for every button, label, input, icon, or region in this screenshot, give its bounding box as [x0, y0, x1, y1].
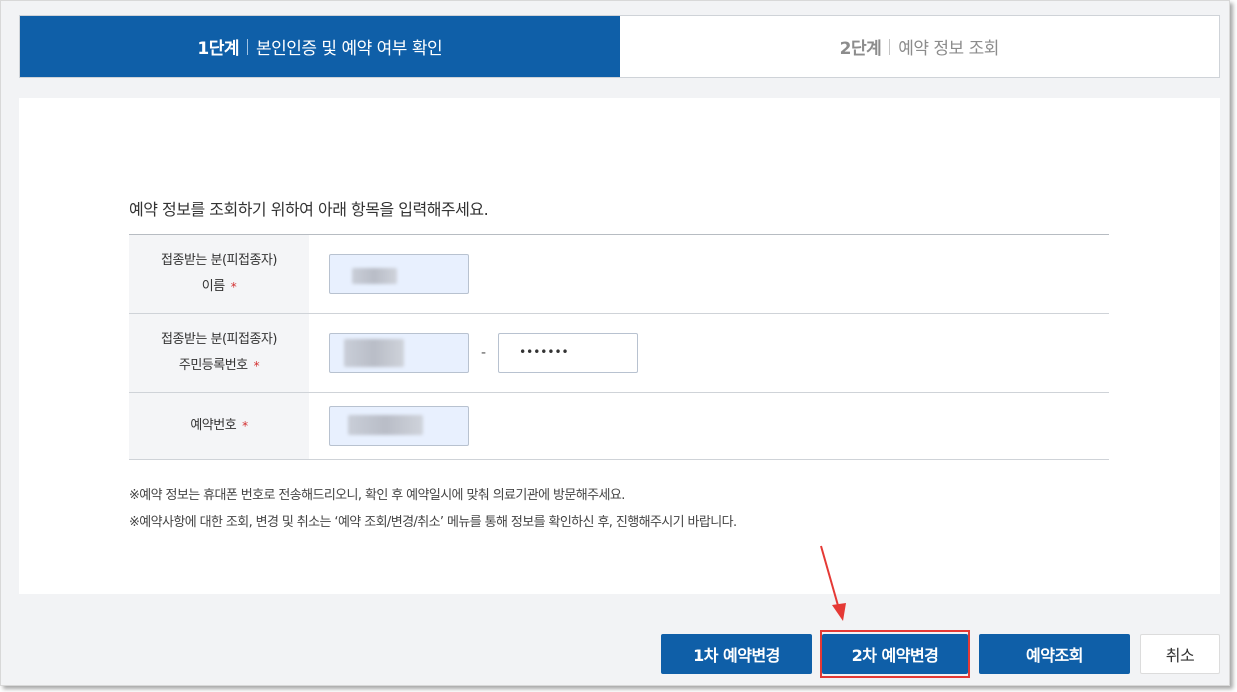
- blurred-rrn-front-value: [344, 339, 404, 367]
- step-tabs: 1단계 본인인증 및 예약 여부 확인 2단계 예약 정보 조회: [19, 15, 1220, 78]
- rrn-back-input[interactable]: •••••••: [498, 333, 639, 373]
- step-1-tab: 1단계 본인인증 및 예약 여부 확인: [20, 16, 620, 77]
- reservation-label-line: 예약번호 *: [190, 413, 248, 439]
- rrn-label-text: 주민등록번호: [178, 358, 248, 373]
- rrn-label-line2: 주민등록번호 *: [178, 353, 260, 379]
- reservation-field-cell: [309, 393, 1109, 459]
- step-2-number: 2단계: [839, 39, 882, 59]
- form-row-reservation: 예약번호 *: [129, 393, 1109, 460]
- blurred-name-value: [352, 268, 397, 284]
- name-label-line1: 접종받는 분(피접종자): [161, 253, 277, 268]
- form-row-rrn: 접종받는 분(피접종자) 주민등록번호 * - •••••••: [129, 314, 1109, 393]
- required-mark: *: [253, 359, 260, 373]
- blurred-reservation-value: [348, 415, 423, 435]
- step-1-label: 본인인증 및 예약 여부 확인: [255, 39, 443, 59]
- reservation-inquiry-button[interactable]: 예약조회: [979, 634, 1130, 674]
- identity-form: 접종받는 분(피접종자) 이름 * 접종받는 분(피접종자) 주민등록번호 *: [129, 234, 1109, 460]
- required-mark: *: [242, 419, 248, 433]
- form-card: 예약 정보를 조회하기 위하여 아래 항목을 입력해주세요. 접종받는 분(피접…: [19, 98, 1220, 594]
- reservation-label-text: 예약번호: [190, 418, 237, 433]
- rrn-front-input[interactable]: [329, 333, 469, 373]
- rrn-back-masked-value: •••••••: [519, 345, 569, 359]
- step-2-tab: 2단계 예약 정보 조회: [619, 16, 1219, 77]
- notice-line-2: ※예약사항에 대한 조회, 변경 및 취소는 ‘예약 조회/변경/취소’ 메뉴를…: [129, 515, 737, 530]
- required-mark: *: [230, 280, 237, 294]
- reservation-number-input[interactable]: [329, 406, 469, 446]
- highlight-box: [820, 630, 970, 678]
- cancel-button[interactable]: 취소: [1140, 634, 1220, 674]
- rrn-separator: -: [481, 345, 487, 361]
- reservation-label: 예약번호 *: [129, 393, 309, 459]
- first-change-button[interactable]: 1차 예약변경: [661, 634, 812, 674]
- step-2-label: 예약 정보 조회: [898, 39, 999, 59]
- rrn-field-cell: - •••••••: [309, 314, 1109, 392]
- rrn-label: 접종받는 분(피접종자) 주민등록번호 *: [129, 314, 309, 392]
- name-label: 접종받는 분(피접종자) 이름 *: [129, 235, 309, 313]
- step-2-divider: [889, 38, 891, 55]
- form-instruction: 예약 정보를 조회하기 위하여 아래 항목을 입력해주세요.: [129, 200, 489, 219]
- annotation-arrow-icon: [820, 545, 846, 621]
- step-1-number: 1단계: [197, 39, 239, 59]
- name-field-cell: [309, 235, 1109, 313]
- form-row-name: 접종받는 분(피접종자) 이름 *: [129, 235, 1109, 314]
- name-label-text: 이름: [201, 279, 225, 294]
- name-input[interactable]: [329, 254, 469, 294]
- step-1-divider: [246, 38, 248, 55]
- notice-line-1: ※예약 정보는 휴대폰 번호로 전송해드리오니, 확인 후 예약일시에 맞춰 의…: [129, 488, 625, 503]
- name-label-line2: 이름 *: [201, 274, 237, 300]
- window-frame: 1단계 본인인증 및 예약 여부 확인 2단계 예약 정보 조회 예약 정보를 …: [0, 0, 1230, 686]
- notice-text: ※예약 정보는 휴대폰 번호로 전송해드리오니, 확인 후 예약일시에 맞춰 의…: [129, 482, 737, 536]
- rrn-label-line1: 접종받는 분(피접종자): [161, 332, 277, 347]
